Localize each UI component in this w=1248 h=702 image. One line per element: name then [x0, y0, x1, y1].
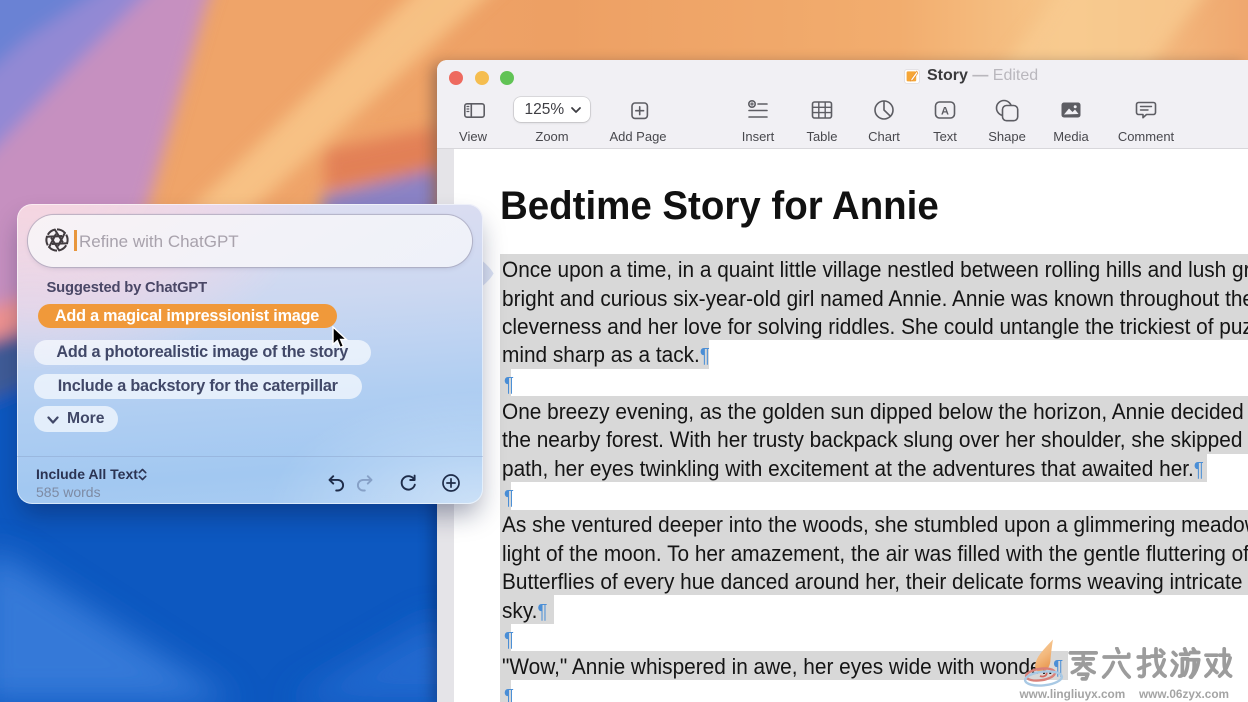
svg-text:A: A — [941, 106, 949, 118]
